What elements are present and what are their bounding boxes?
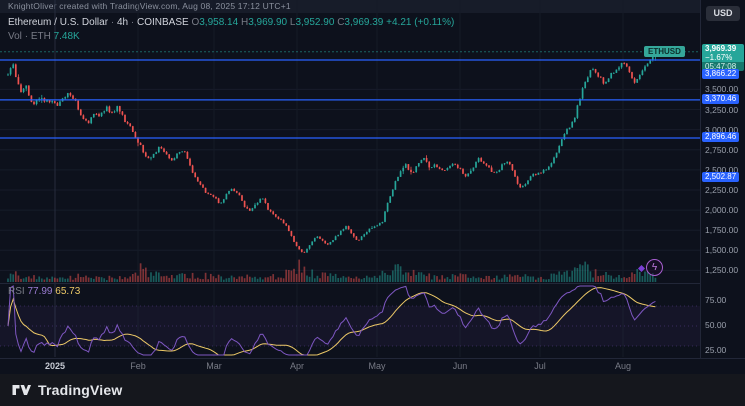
rsi-value: 77.99 xyxy=(27,286,52,297)
low-value: 3,952.90 xyxy=(295,17,334,28)
time-axis-month-label: Apr xyxy=(280,359,314,374)
price-pane-canvas[interactable] xyxy=(0,0,700,283)
boost-lightning-icon[interactable]: ϟ xyxy=(646,259,663,276)
price-axis-label: 1,250.00 xyxy=(705,265,738,275)
time-axis-month-label: May xyxy=(360,359,394,374)
price-axis-label: 1,500.00 xyxy=(705,245,738,255)
high-value: 3,969.90 xyxy=(248,17,287,28)
price-axis-label: 3,500.00 xyxy=(705,84,738,94)
price-line-label: 3,370.46 xyxy=(702,94,739,104)
time-axis-month-label: Jul xyxy=(523,359,557,374)
volume-unit: ETH xyxy=(31,31,51,42)
currency-usd-button[interactable]: USD xyxy=(706,6,740,21)
tradingview-chart-window: KnightOliver created with TradingView.co… xyxy=(0,0,745,406)
tradingview-wordmark[interactable]: TradingView xyxy=(38,382,122,398)
symbol-price-tag[interactable]: ETHUSD xyxy=(644,46,685,57)
rsi-axis-label: 50.00 xyxy=(705,320,726,330)
time-axis-month-label: Mar xyxy=(197,359,231,374)
price-axis-label: 2,250.00 xyxy=(705,185,738,195)
volume-legend[interactable]: Vol · ETH 7.48K xyxy=(8,31,80,42)
price-axis-label: 3,250.00 xyxy=(705,105,738,115)
rsi-legend[interactable]: RSI 77.99 65.73 xyxy=(8,286,80,297)
price-axis-label: 1,750.00 xyxy=(705,225,738,235)
volume-value: 7.48K xyxy=(54,31,80,42)
price-line-label: 2,896.46 xyxy=(702,132,739,142)
current-price-label: 3,969.39 −1.67% 05:47:08 xyxy=(702,44,744,71)
price-line-label: 2,502.87 xyxy=(702,172,739,182)
rsi-ma-value: 65.73 xyxy=(55,286,80,297)
rsi-pane-canvas[interactable] xyxy=(0,283,700,357)
symbol-title[interactable]: Ethereum / U.S. Dollar xyxy=(8,17,108,28)
time-axis-month-label: Feb xyxy=(121,359,155,374)
time-axis-month-label: Jun xyxy=(443,359,477,374)
rsi-axis-label: 75.00 xyxy=(705,295,726,305)
current-price-change: −1.67% xyxy=(702,53,744,62)
close-value: 3,969.39 xyxy=(344,17,383,28)
rsi-axis-label: 25.00 xyxy=(705,345,726,355)
time-axis-month-label: Aug xyxy=(606,359,640,374)
tradingview-logo-icon[interactable] xyxy=(12,382,31,398)
change-value: +4.21 (+0.11%) xyxy=(386,17,454,28)
price-axis-label: 2,750.00 xyxy=(705,145,738,155)
exchange-label: COINBASE xyxy=(137,17,189,28)
price-scale[interactable]: USD 3,969.39 −1.67% 05:47:08 3,500.00 3,2… xyxy=(700,0,745,358)
open-value: 3,958.14 xyxy=(199,17,238,28)
price-line-label: 3,866.22 xyxy=(702,69,739,79)
current-price-value: 3,969.39 xyxy=(702,44,744,53)
symbol-legend[interactable]: Ethereum / U.S. Dollar · 4h · COINBASE O… xyxy=(8,17,454,28)
footer-bar: TradingView xyxy=(0,374,745,406)
time-axis-year-label: 2025 xyxy=(38,359,72,374)
price-axis-label: 2,000.00 xyxy=(705,205,738,215)
volume-label[interactable]: Vol xyxy=(8,31,22,42)
time-axis[interactable]: 2025 Feb Mar Apr May Jun Jul Aug xyxy=(0,358,745,374)
rsi-label[interactable]: RSI xyxy=(8,286,25,297)
interval-label[interactable]: 4h xyxy=(117,17,128,28)
